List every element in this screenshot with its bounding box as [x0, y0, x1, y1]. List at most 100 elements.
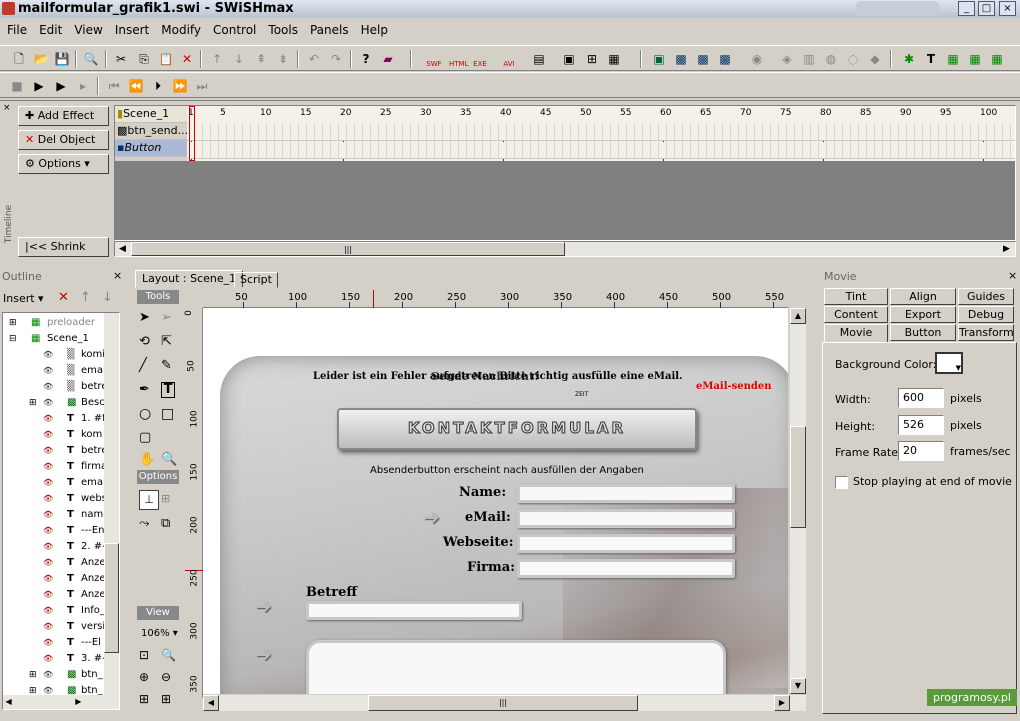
menu-edit[interactable]: Edit [32, 20, 67, 37]
distort-option-icon[interactable]: ⧉ [161, 516, 170, 531]
outline-item[interactable]: 👁 T ---El [3, 635, 105, 651]
move-down-icon[interactable]: ↓ [230, 50, 248, 68]
zoom-100-icon[interactable]: 🔍 [161, 648, 176, 662]
timeline-row-btn[interactable]: ▩btn_send... [115, 123, 188, 140]
export-exe-icon[interactable]: EXE [471, 50, 489, 68]
move-top-icon[interactable]: ⇞ [252, 50, 270, 68]
timeline-options-button[interactable]: ⚙ Options ▾ [18, 154, 109, 174]
frame-rate-input[interactable]: 20 [898, 441, 944, 461]
scroll-up-icon[interactable]: ▲ [790, 308, 806, 324]
lasso-option-icon[interactable]: ⤳ [139, 516, 149, 531]
redo-icon[interactable]: ↷ [327, 50, 345, 68]
visibility-icon[interactable]: 👁 [43, 635, 53, 651]
movie-panel-close-icon[interactable]: × [1008, 269, 1017, 282]
outline-item[interactable]: 👁 Tbetre [3, 443, 107, 459]
outline-item[interactable]: ⊟ ▦ Scene_1 [3, 331, 105, 347]
outline-item[interactable]: ⊞ ▦ preloader [3, 315, 105, 331]
shrink-button[interactable]: |<< Shrink [18, 237, 109, 257]
timeline-row-scene[interactable]: ▮Scene_1 [115, 106, 187, 123]
insert-image3-icon[interactable]: ▦ [988, 50, 1006, 68]
rotate-tool-icon[interactable]: ⟲ [139, 334, 150, 349]
first-frame-icon[interactable]: ⏮ [105, 77, 123, 95]
insert-image2-icon[interactable]: ▦ [966, 50, 984, 68]
visibility-icon[interactable]: 👁 [43, 571, 53, 587]
close-button[interactable]: × [999, 1, 1016, 16]
menu-control[interactable]: Control [206, 20, 261, 37]
visibility-icon[interactable]: 👁 [43, 411, 53, 427]
visibility-icon[interactable]: 👁 [43, 443, 53, 459]
outline-hscroll[interactable]: ◀ ▶ [3, 695, 119, 709]
message-textarea[interactable] [306, 640, 726, 694]
ellipse-tool-icon[interactable]: ○ [139, 406, 151, 422]
visibility-icon[interactable]: 👁 [43, 539, 53, 555]
expand-icon[interactable]: ⊞ [9, 315, 17, 331]
outline-item[interactable]: 👁 T Anze [3, 571, 106, 587]
outline-item[interactable]: 👁 Tversi [3, 619, 105, 635]
visibility-icon[interactable]: 👁 [43, 379, 53, 395]
save-icon[interactable]: 💾 [53, 50, 71, 68]
test-icon[interactable]: ⊞ [583, 50, 601, 68]
timeline-scroll-thumb[interactable]: ||| [131, 242, 565, 256]
stage-hscroll[interactable]: ◀ ||| ▶ [203, 695, 806, 711]
last-frame-icon[interactable]: ⏭ [193, 77, 211, 95]
outline-item[interactable]: ⊞ 👁 ▩ btn_ [3, 667, 105, 683]
insert-text-icon[interactable]: T [922, 50, 940, 68]
stage-hscroll-thumb[interactable]: ||| [368, 695, 638, 711]
bg-color-picker[interactable]: ▼ [935, 352, 963, 374]
visibility-icon[interactable]: 👁 [43, 603, 53, 619]
insert-button-icon[interactable]: ▩ [672, 50, 690, 68]
export-swf-icon[interactable]: SWF [425, 50, 443, 68]
insert-image-icon[interactable]: ▦ [944, 50, 962, 68]
visibility-icon[interactable]: 👁 [43, 427, 53, 443]
snap-option-icon[interactable]: ⊥ [139, 490, 159, 510]
tab-transform[interactable]: Transform [958, 324, 1014, 341]
timeline-close-icon[interactable]: × [3, 103, 11, 113]
visibility-icon[interactable]: 👁 [43, 347, 53, 363]
paste-icon[interactable]: 📋 [157, 50, 175, 68]
visibility-icon[interactable]: 👁 [43, 619, 53, 635]
timeline-frames[interactable]: 1 5 10 15 20 25 30 35 40 45 50 55 60 65 70 75 80 85 90 95 10… [187, 106, 1015, 161]
outline-item[interactable]: 👁 Tkom [3, 427, 105, 443]
outline-item[interactable]: 👁 T Anze [3, 587, 106, 603]
tab-align[interactable]: Align [890, 288, 956, 305]
view-grid-icon[interactable]: ⊞ [139, 692, 149, 706]
line-tool-icon[interactable]: ╱ [139, 358, 147, 373]
export-html-icon[interactable]: HTML [449, 50, 468, 68]
stage-vscroll-thumb[interactable] [790, 426, 806, 528]
tab-tint[interactable]: Tint [824, 288, 888, 305]
visibility-icon[interactable]: 👁 [43, 459, 53, 475]
insert-scene-green-icon[interactable]: ✱ [900, 50, 918, 68]
email-input[interactable] [517, 509, 735, 528]
timeline-row-button[interactable]: ▪Button [115, 140, 187, 157]
zoom-in-icon[interactable]: ⊕ [139, 670, 149, 684]
zoom-out-icon[interactable]: ⊖ [161, 670, 171, 684]
tab-layout[interactable]: Layout : Scene_1 [135, 270, 244, 288]
outline-close-icon[interactable]: × [113, 269, 122, 282]
outline-item[interactable]: 👁 T 3. #- [3, 651, 106, 667]
help-icon[interactable]: ? [357, 50, 375, 68]
zoom-tool-icon[interactable]: 🔍 [161, 452, 177, 467]
outline-item[interactable]: 👁 ▒ betre [3, 379, 107, 395]
outline-insert-dropdown[interactable]: Insert ▾ [3, 292, 44, 305]
pencil-tool-icon[interactable]: ✎ [161, 358, 172, 373]
report-icon[interactable]: ▤ [530, 50, 548, 68]
move-up-icon[interactable]: ↑ [208, 50, 226, 68]
open-folder-icon[interactable]: 📂 [32, 50, 50, 68]
hand-tool-icon[interactable]: ✋ [139, 452, 155, 467]
expand-icon[interactable]: ⊞ [29, 395, 37, 411]
tab-movie[interactable]: Movie [824, 324, 888, 343]
insert-effect-icon[interactable]: ◉ [748, 50, 766, 68]
transform-tool-icon[interactable]: ⇱ [161, 334, 172, 349]
insert-group-icon[interactable]: ▩ [694, 50, 712, 68]
expand-icon[interactable]: ⊞ [29, 667, 37, 683]
visibility-icon[interactable]: 👁 [43, 587, 53, 603]
visibility-icon[interactable]: 👁 [43, 523, 53, 539]
outline-item[interactable]: 👁 T ---En [3, 523, 105, 539]
tab-guides[interactable]: Guides [958, 288, 1014, 305]
outline-item[interactable]: 👁 ▒ emai [3, 363, 106, 379]
tab-debug[interactable]: Debug [958, 306, 1014, 323]
outline-delete-icon[interactable]: ✕ [58, 290, 69, 305]
webseite-input[interactable] [517, 534, 735, 553]
pen-tool-icon[interactable]: ✒ [139, 382, 150, 397]
outline-item[interactable]: 👁 Temai [3, 475, 106, 491]
